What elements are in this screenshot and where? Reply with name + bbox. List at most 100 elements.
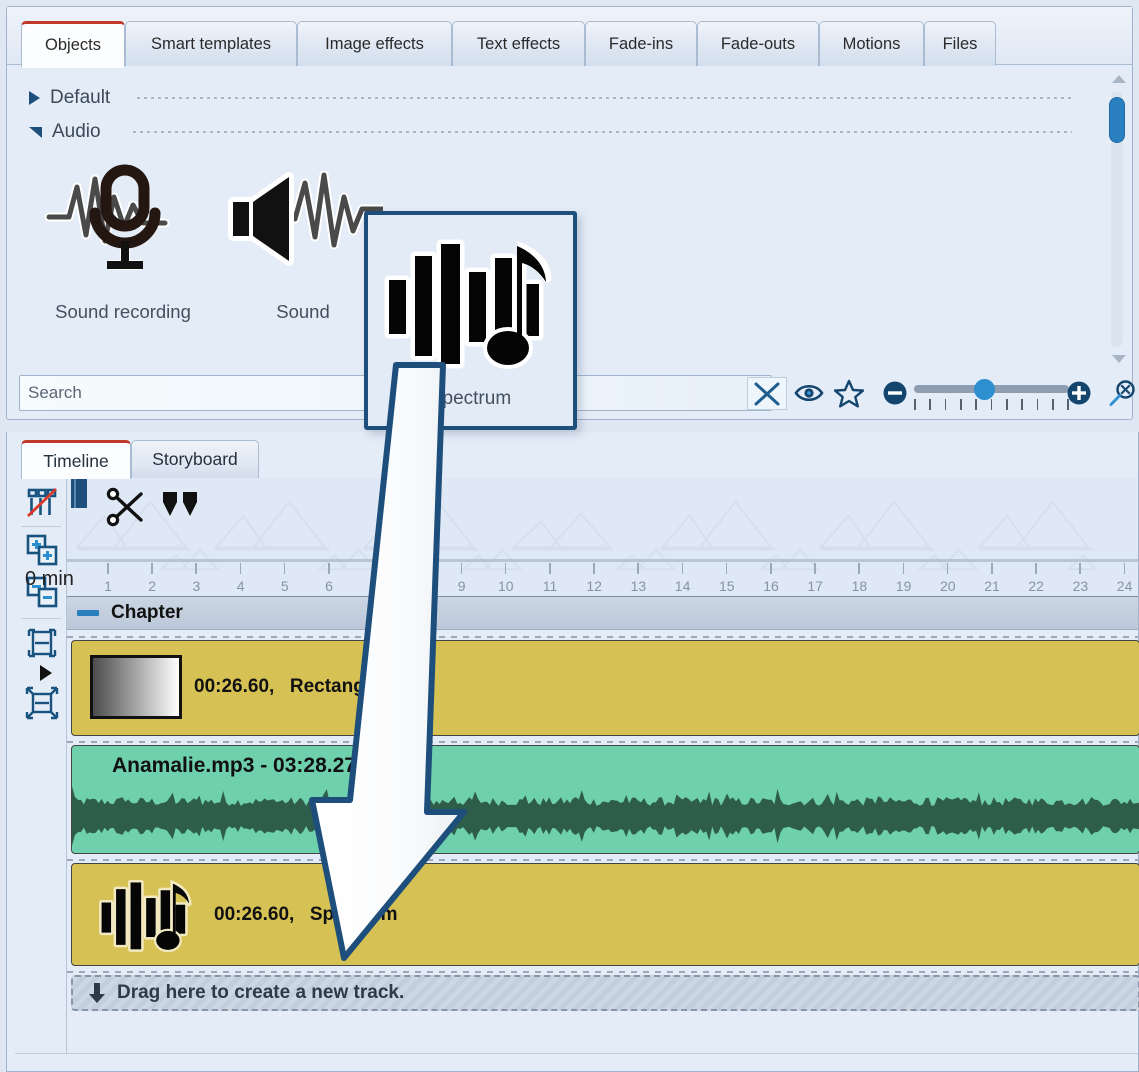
track-separator bbox=[67, 968, 1138, 975]
table-row[interactable]: Anamalie.mp3 - 03:28.27 bbox=[71, 745, 1139, 854]
group-default-dots bbox=[137, 97, 1072, 99]
timeline-toolbar bbox=[15, 478, 67, 1071]
group-audio-dots bbox=[133, 131, 1072, 133]
minus-icon[interactable] bbox=[77, 610, 99, 616]
ruler-tick-label: 6 bbox=[325, 578, 333, 594]
add-object-icon[interactable] bbox=[25, 533, 59, 567]
triangle-down-icon bbox=[29, 127, 42, 138]
tab-fade-outs[interactable]: Fade-outs bbox=[697, 21, 819, 66]
scroll-up-arrow-icon[interactable] bbox=[1112, 75, 1126, 83]
ruler-tick-label: 8 bbox=[413, 578, 421, 594]
tab-fade-ins-label: Fade-ins bbox=[609, 35, 673, 54]
ruler-time-label: 0 min bbox=[25, 568, 74, 591]
tab-storyboard[interactable]: Storyboard bbox=[131, 440, 259, 478]
timeline-tabbar: Timeline Storyboard bbox=[7, 432, 1138, 478]
objects-panel: Objects Smart templates Image effects Te… bbox=[6, 6, 1133, 420]
zoom-out-button[interactable] bbox=[877, 375, 913, 411]
ruler-tick-label: 21 bbox=[984, 578, 1000, 594]
ruler-tick bbox=[682, 563, 684, 574]
clip-title: Anamalie.mp3 - 03:28.27 bbox=[112, 754, 356, 777]
ruler-tick bbox=[858, 563, 860, 574]
ruler-tick bbox=[240, 563, 242, 574]
ruler-tick bbox=[1124, 563, 1126, 574]
timeline-panel: Timeline Storyboard bbox=[6, 432, 1139, 1072]
zoom-in-button[interactable] bbox=[1061, 375, 1097, 411]
ruler-tick-label: 12 bbox=[586, 578, 602, 594]
plus-circle-icon bbox=[1066, 380, 1092, 406]
reset-zoom-button[interactable] bbox=[1104, 375, 1139, 411]
ruler-tick-label: 9 bbox=[458, 578, 466, 594]
ruler-tick-label: 24 bbox=[1117, 578, 1133, 594]
objects-scrollbar[interactable] bbox=[1106, 69, 1128, 369]
tab-objects-label: Objects bbox=[45, 36, 101, 55]
ruler-tick bbox=[505, 563, 507, 574]
clip-title: Rectangle bbox=[290, 676, 381, 697]
object-spectrum-callout[interactable]: Spectrum bbox=[364, 211, 577, 430]
favorites-button[interactable] bbox=[831, 375, 867, 411]
chapter-label: Chapter bbox=[111, 602, 183, 624]
clip-label-spectrum: 00:26.60, Spectrum bbox=[214, 904, 398, 926]
group-audio-label: Audio bbox=[52, 121, 101, 143]
scissors-icon[interactable] bbox=[105, 486, 151, 533]
tab-files[interactable]: Files bbox=[924, 21, 996, 66]
disable-timeline-icon[interactable] bbox=[25, 486, 59, 520]
ruler-tick bbox=[1079, 563, 1081, 574]
tab-smart-templates[interactable]: Smart templates bbox=[125, 21, 297, 66]
ruler-tick bbox=[903, 563, 905, 574]
magnifier-reset-icon bbox=[1107, 378, 1137, 408]
fit-selection-icon[interactable] bbox=[25, 626, 59, 660]
tab-text-effects[interactable]: Text effects bbox=[452, 21, 585, 66]
ruler-tick-label: 23 bbox=[1073, 578, 1089, 594]
ruler-tick-label: 16 bbox=[763, 578, 779, 594]
ruler-tick bbox=[372, 563, 374, 574]
ruler-tick-label: 3 bbox=[192, 578, 200, 594]
ruler-tick-label: 17 bbox=[807, 578, 823, 594]
preview-toggle-button[interactable] bbox=[791, 375, 827, 411]
tab-timeline[interactable]: Timeline bbox=[21, 440, 131, 479]
eye-icon bbox=[794, 381, 824, 405]
tab-objects[interactable]: Objects bbox=[21, 21, 125, 67]
tab-image-effects[interactable]: Image effects bbox=[297, 21, 452, 66]
table-row[interactable]: 00:26.60, Rectangle bbox=[71, 640, 1139, 736]
ruler-tick-label: 5 bbox=[281, 578, 289, 594]
group-default[interactable]: Default bbox=[29, 85, 110, 111]
ruler-tick-label: 4 bbox=[237, 578, 245, 594]
ruler-tick bbox=[637, 563, 639, 574]
chapter-header[interactable]: Chapter bbox=[67, 596, 1138, 630]
object-sound-recording[interactable]: Sound recording bbox=[33, 145, 213, 323]
ruler-tick-label: 19 bbox=[896, 578, 912, 594]
split-marker-icon[interactable] bbox=[159, 488, 203, 529]
tab-files-label: Files bbox=[943, 35, 978, 54]
scrollbar-thumb[interactable] bbox=[1109, 97, 1125, 143]
ruler-tick bbox=[593, 563, 595, 574]
table-row[interactable]: 00:26.60, Spectrum bbox=[71, 863, 1139, 966]
playhead-marker-icon[interactable] bbox=[71, 478, 87, 508]
tab-motions[interactable]: Motions bbox=[819, 21, 924, 66]
clip-title: Spectrum bbox=[310, 904, 398, 925]
ruler-tick-label: 15 bbox=[719, 578, 735, 594]
ruler-tick bbox=[814, 563, 816, 574]
tab-fade-outs-label: Fade-outs bbox=[721, 35, 795, 54]
zoom-slider-thumb[interactable] bbox=[974, 379, 995, 400]
ruler-tick-label: 7 bbox=[369, 578, 377, 594]
objects-content: Default Audio bbox=[7, 65, 1132, 419]
fit-all-icon[interactable] bbox=[25, 686, 59, 720]
search-clear-button[interactable] bbox=[747, 377, 787, 410]
expand-tracks-arrow-icon[interactable] bbox=[37, 663, 57, 683]
tab-image-effects-label: Image effects bbox=[325, 35, 424, 54]
ruler-tick bbox=[947, 563, 949, 574]
timeline-ruler[interactable]: 123456789101112131415161718192021222324 bbox=[67, 478, 1138, 596]
ruler-tick bbox=[991, 563, 993, 574]
track-separator bbox=[67, 738, 1138, 745]
ruler-tick-label: 14 bbox=[675, 578, 691, 594]
star-icon bbox=[834, 379, 864, 408]
ruler-tick-label: 11 bbox=[543, 578, 558, 594]
audio-waveform bbox=[72, 778, 1139, 854]
tab-fade-ins[interactable]: Fade-ins bbox=[585, 21, 697, 66]
tab-smart-templates-label: Smart templates bbox=[151, 35, 271, 54]
group-audio[interactable]: Audio bbox=[29, 119, 101, 145]
tab-timeline-label: Timeline bbox=[43, 451, 108, 472]
down-arrow-icon bbox=[87, 981, 107, 1005]
new-track-dropzone[interactable]: Drag here to create a new track. bbox=[71, 975, 1139, 1011]
scroll-down-arrow-icon[interactable] bbox=[1112, 355, 1126, 363]
